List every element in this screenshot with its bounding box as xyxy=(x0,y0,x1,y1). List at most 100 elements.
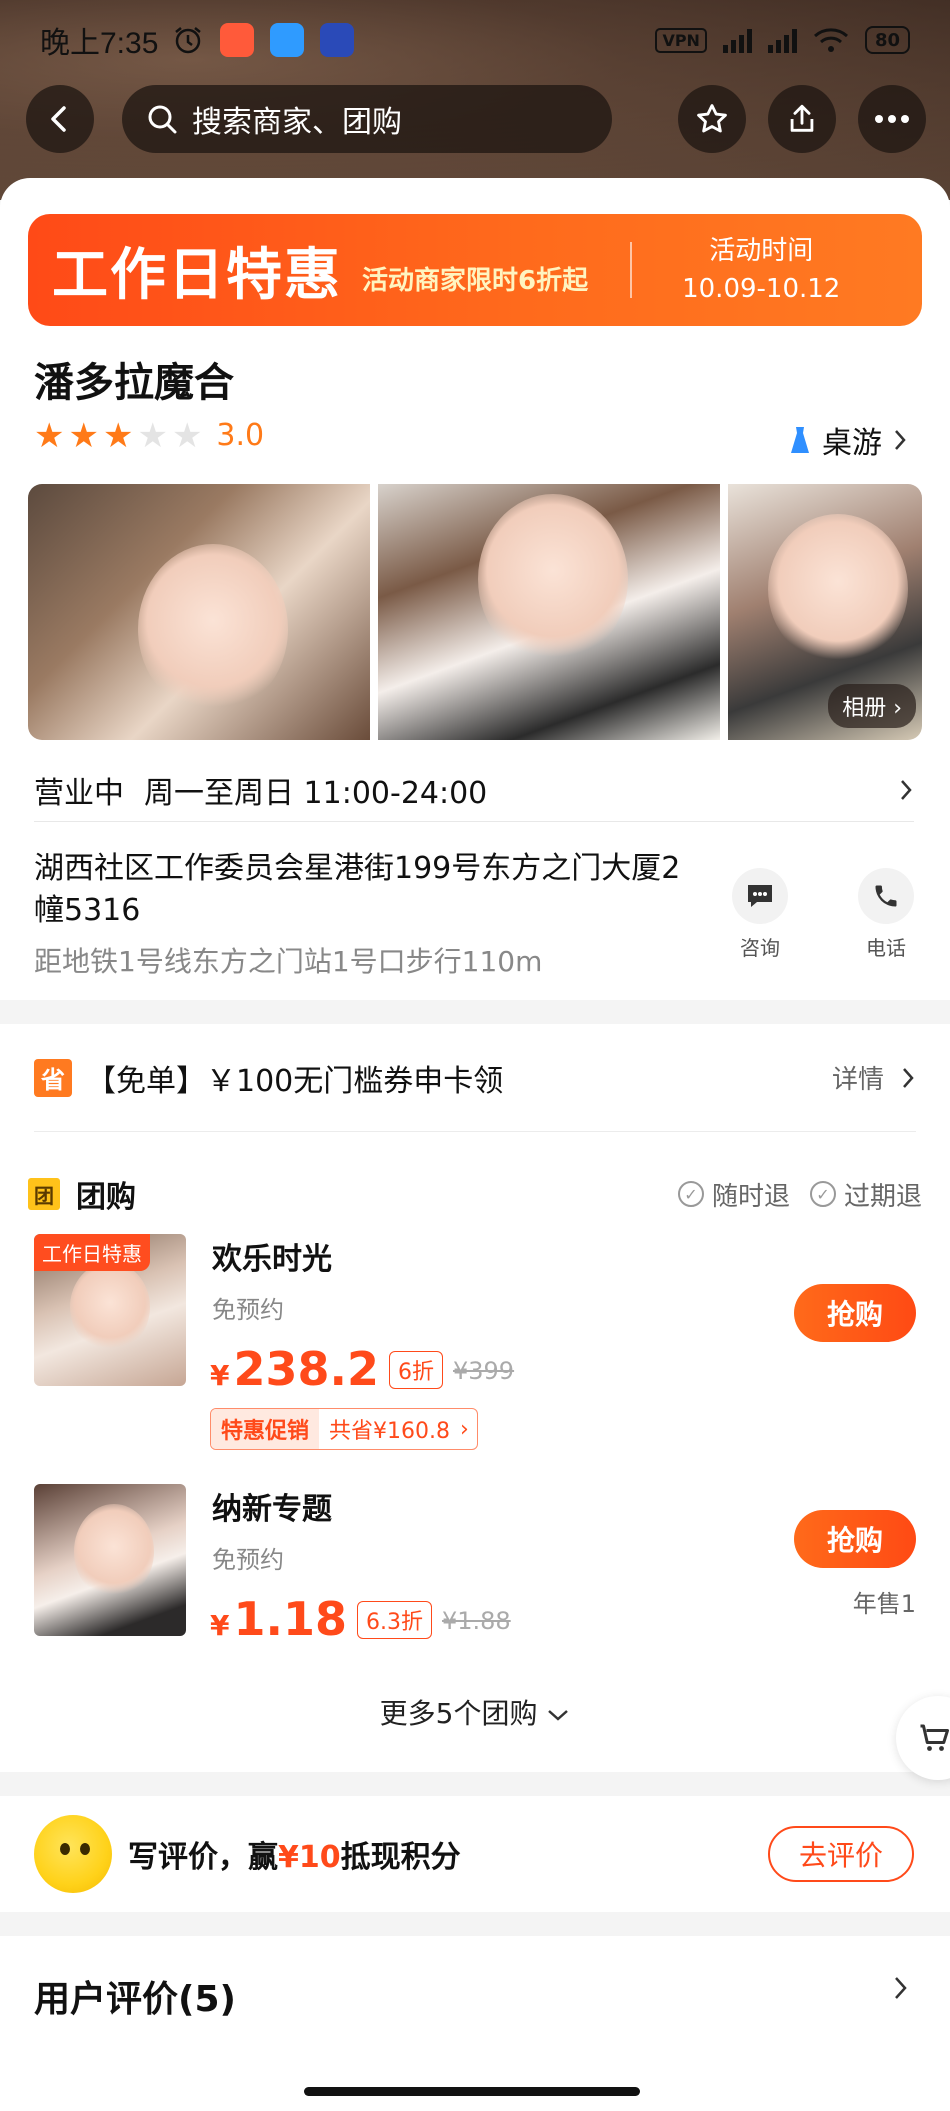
photo-subject xyxy=(768,514,908,664)
shop-photo[interactable] xyxy=(28,484,370,740)
consult-button[interactable]: 咨询 xyxy=(732,868,788,961)
rating-row: ★ ★ ★ ★ ★ 3.0 xyxy=(34,418,264,453)
deal-name: 纳新专题 xyxy=(212,1492,332,1527)
savings-value: 共省¥160.8 xyxy=(329,1419,450,1444)
promo-banner[interactable]: 工作日特惠 活动商家限时6折起 活动时间 10.09-10.12 xyxy=(28,214,922,326)
deals-card: 省 【免单】￥100无门槛券申卡领 详情 团 团购 ✓ 随时退 ✓ 过期退 工作… xyxy=(0,1024,950,1772)
rating-value: 3.0 xyxy=(216,418,265,453)
group-buy-header: 团 团购 ✓ 随时退 ✓ 过期退 xyxy=(28,1172,922,1216)
star-filled-icon: ★ xyxy=(102,415,134,456)
guarantee-label: 随时退 xyxy=(711,1181,790,1212)
check-circle-icon: ✓ xyxy=(809,1181,836,1207)
deal-name: 欢乐时光 xyxy=(212,1242,332,1277)
deal-item[interactable]: 纳新专题 免预约 ¥ 1.18 6.3折 ¥1.88 抢购 年售1 xyxy=(34,1484,916,1704)
group-buy-title: 团购 xyxy=(76,1180,136,1215)
original-price: ¥399 xyxy=(453,1357,515,1385)
deal-price-row: ¥ 238.2 6折 ¥399 xyxy=(210,1342,514,1396)
dress-icon xyxy=(791,427,809,453)
chevron-right-icon: › xyxy=(460,1416,469,1442)
photo-subject xyxy=(74,1504,154,1599)
search-icon xyxy=(148,105,177,134)
share-button[interactable] xyxy=(768,85,836,153)
status-time: 晚上7:35 xyxy=(40,27,159,60)
coupon-text: 【免单】￥100无门槛券申卡领 xyxy=(86,1063,504,1099)
sold-count: 年售1 xyxy=(852,1590,916,1618)
deal-subtitle: 免预约 xyxy=(212,1296,284,1324)
app-notification-icon xyxy=(320,23,355,57)
original-price: ¥1.88 xyxy=(441,1607,511,1635)
user-reviews-section[interactable]: 用户评价(5) xyxy=(0,1936,950,2111)
discount-badge: 6折 xyxy=(389,1351,443,1389)
signal-icon xyxy=(767,27,797,53)
back-button[interactable] xyxy=(26,85,94,153)
shop-photo[interactable]: 相册 › xyxy=(728,484,922,740)
star-empty-icon: ★ xyxy=(171,415,203,456)
deal-price-row: ¥ 1.18 6.3折 ¥1.88 xyxy=(210,1592,511,1646)
nav-actions xyxy=(678,85,926,153)
chat-icon xyxy=(732,868,788,924)
search-input[interactable]: 搜索商家、团购 xyxy=(122,85,612,153)
consult-label: 咨询 xyxy=(740,936,780,960)
star-filled-icon: ★ xyxy=(34,415,65,456)
category-label: 桌游 xyxy=(822,426,882,461)
guarantee-item: ✓ 随时退 xyxy=(677,1176,790,1213)
album-button[interactable]: 相册 › xyxy=(828,684,916,728)
status-indicators: VPN 80 xyxy=(655,26,910,54)
photo-subject xyxy=(478,494,628,664)
photo-gallery[interactable]: 相册 › xyxy=(28,484,922,740)
wifi-icon xyxy=(813,28,848,52)
shop-photo[interactable] xyxy=(378,484,720,740)
more-deals-button[interactable]: 更多5个团购 xyxy=(0,1692,950,1732)
guarantee-label: 过期退 xyxy=(843,1181,922,1212)
promo-time-label: 活动时间 xyxy=(709,236,814,266)
shop-info-card: 工作日特惠 活动商家限时6折起 活动时间 10.09-10.12 潘多拉魔合 ★… xyxy=(0,178,950,1000)
business-hours: 周一至周日 11:00-24:00 xyxy=(144,775,488,811)
write-review-button[interactable]: 去评价 xyxy=(768,1826,914,1882)
deal-thumbnail xyxy=(34,1484,186,1636)
reviews-title: 用户评价(5) xyxy=(34,1979,236,2020)
promo-time-range: 10.09-10.12 xyxy=(682,274,841,304)
currency-symbol: ¥ xyxy=(210,1609,230,1642)
coupon-detail-label: 详情 xyxy=(831,1065,884,1095)
deal-price: 238.2 xyxy=(233,1342,379,1396)
chevron-right-icon xyxy=(895,430,906,450)
photo-subject xyxy=(138,544,288,714)
shop-name: 潘多拉魔合 xyxy=(34,360,234,406)
buy-button[interactable]: 抢购 xyxy=(794,1284,916,1342)
savings-tag[interactable]: 特惠促销 共省¥160.8 › xyxy=(210,1408,478,1450)
promo-title: 工作日特惠 xyxy=(52,242,342,308)
battery-indicator: 80 xyxy=(864,26,910,54)
more-dots-icon xyxy=(875,115,909,123)
open-status: 营业中 xyxy=(34,775,124,811)
coupon-badge: 省 xyxy=(34,1058,72,1097)
review-promo-amount: ¥10 xyxy=(278,1840,341,1875)
phone-button[interactable]: 电话 xyxy=(858,868,914,961)
status-notification-icons xyxy=(172,23,355,57)
star-filled-icon: ★ xyxy=(68,415,99,456)
favorite-button[interactable] xyxy=(678,85,746,153)
alarm-icon xyxy=(175,27,202,54)
promo-subtitle: 活动商家限时6折起 xyxy=(362,265,589,296)
business-hours-row[interactable]: 营业中 周一至周日 11:00-24:00 xyxy=(34,758,914,822)
review-promo-suffix: 抵现积分 xyxy=(340,1840,461,1875)
discount-badge: 6.3折 xyxy=(356,1601,432,1639)
home-indicator[interactable] xyxy=(304,2087,640,2096)
phone-label: 电话 xyxy=(866,936,906,960)
more-button[interactable] xyxy=(858,85,926,153)
check-circle-icon: ✓ xyxy=(677,1181,704,1207)
phone-icon xyxy=(858,868,914,924)
category-link[interactable]: 桌游 xyxy=(788,418,908,462)
chevron-right-icon xyxy=(901,779,912,800)
coupon-row[interactable]: 省 【免单】￥100无门槛券申卡领 详情 xyxy=(34,1024,916,1132)
deal-item[interactable]: 工作日特惠 欢乐时光 免预约 ¥ 238.2 6折 ¥399 特惠促销 共省¥1… xyxy=(34,1234,916,1454)
cart-icon xyxy=(920,1724,949,1751)
buy-button[interactable]: 抢购 xyxy=(794,1510,916,1568)
review-promo-prefix: 写评价，赢 xyxy=(128,1840,278,1875)
shop-address[interactable]: 湖西社区工作委员会星港街199号东方之门大厦2幢5316 xyxy=(34,848,704,932)
coupon-detail-link[interactable]: 详情 xyxy=(832,1059,916,1096)
signal-icon xyxy=(722,27,752,53)
chevron-down-icon xyxy=(548,1710,569,1721)
chevron-right-icon xyxy=(895,1977,907,1999)
metro-distance: 距地铁1号线东方之门站1号口步行110m xyxy=(34,945,543,978)
album-label: 相册 xyxy=(842,696,887,721)
